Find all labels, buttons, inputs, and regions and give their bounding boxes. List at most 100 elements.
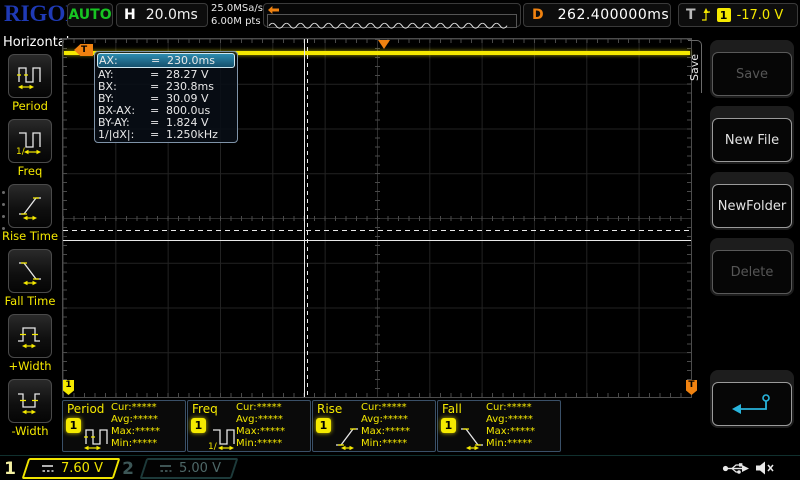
max-value: Max:***** <box>111 426 160 438</box>
trigger-source-badge: 1 <box>717 8 731 22</box>
menu-item-pwidth[interactable]: +Width <box>0 314 60 373</box>
cursor-row-byay[interactable]: BY-AY: = 1.824 V <box>98 116 234 128</box>
edge-trigger-icon <box>700 7 712 23</box>
channel-1-status[interactable]: 1 7.60 V <box>2 458 117 479</box>
dc-coupling-icon <box>40 463 55 474</box>
acquisition-info: 25.0MSa/s 6.00M pts <box>211 2 263 28</box>
trigger-level-value: -17.0 V <box>737 8 784 23</box>
period-waveform-icon <box>83 422 113 450</box>
rise-waveform-icon <box>333 422 363 450</box>
t-label: T <box>686 7 696 23</box>
trigger-position-box[interactable]: D 262.400000ms <box>523 3 671 27</box>
delete-button[interactable]: Delete <box>710 238 794 296</box>
avg-value: Avg:***** <box>361 414 410 426</box>
menu-item-freq[interactable]: 1/ Freq <box>0 119 60 178</box>
new-folder-button[interactable]: NewFolder <box>710 172 794 230</box>
oscilloscope-screen: RIGOL AUTO H 20.0ms 25.0MSa/s 6.00M pts … <box>0 0 800 480</box>
channel-badge: 1 <box>66 418 81 433</box>
fall-waveform-icon <box>458 422 488 450</box>
svg-text:1/: 1/ <box>208 442 218 450</box>
bottom-status-bar: 1 7.60 V 2 5.00 V <box>0 455 800 480</box>
sample-rate: 25.0MSa/s <box>211 2 263 15</box>
save-button[interactable]: Save <box>710 40 794 98</box>
left-measure-menu: Horizontal Period 1/ Freq <box>0 30 60 455</box>
run-state-label: AUTO <box>68 7 111 23</box>
channel-badge: 1 <box>191 418 206 433</box>
cur-value: Cur:***** <box>111 402 160 414</box>
memory-waveform-strip <box>267 14 517 28</box>
min-value: Min:***** <box>486 438 535 450</box>
trigger-position-marker[interactable] <box>378 40 390 49</box>
avg-value: Avg:***** <box>111 414 160 426</box>
return-arrow-icon <box>724 391 780 417</box>
rise-time-icon <box>15 191 45 221</box>
freq-icon: 1/ <box>15 126 45 156</box>
horizontal-scale-box[interactable]: H 20.0ms <box>116 3 208 27</box>
cursor-row-bxax[interactable]: BX-AX: = 800.0us <box>98 104 234 116</box>
ch2-scale: 5.00 V <box>179 461 221 476</box>
period-icon <box>15 61 45 91</box>
channel-badge: 1 <box>316 418 331 433</box>
avg-value: Avg:***** <box>486 414 535 426</box>
channel-2-status[interactable]: 2 5.00 V <box>120 458 235 479</box>
menu-item-period[interactable]: Period <box>0 54 60 113</box>
svg-text:1/: 1/ <box>16 147 26 156</box>
measure-panel-rise[interactable]: Rise 1 Cur:***** Avg:***** Max:***** Min… <box>312 400 436 452</box>
center-vertical-ticks <box>375 39 380 397</box>
cursor-row-bx[interactable]: BX: = 230.8ms <box>98 80 234 92</box>
plus-width-icon <box>15 321 45 351</box>
cur-value: Cur:***** <box>361 402 410 414</box>
return-button[interactable] <box>710 370 794 428</box>
cursor-b-vertical[interactable] <box>307 39 308 397</box>
cur-value: Cur:***** <box>236 402 285 414</box>
freq-waveform-icon: 1/ <box>208 422 238 450</box>
cur-value: Cur:***** <box>486 402 535 414</box>
cursor-row-ay[interactable]: AY: = 28.27 V <box>98 68 234 80</box>
waveform-preview[interactable] <box>263 3 521 27</box>
cursor-row-by[interactable]: BY: = 30.09 V <box>98 92 234 104</box>
trigger-position-value: 262.400000ms <box>558 7 670 23</box>
preview-wave-icon <box>268 20 514 30</box>
menu-page-dots <box>2 182 5 239</box>
min-value: Min:***** <box>111 438 160 450</box>
fall-time-icon <box>15 256 45 286</box>
dc-coupling-icon <box>158 463 173 474</box>
right-soft-menu: Save Save New File NewFolder Delete <box>700 30 800 455</box>
run-state-badge[interactable]: AUTO <box>67 3 113 27</box>
d-label: D <box>532 7 544 23</box>
max-value: Max:***** <box>486 426 535 438</box>
usb-icon <box>722 461 750 476</box>
cursor-row-ax[interactable]: AX: = 230.0ms <box>97 53 235 68</box>
minus-width-icon <box>15 386 45 416</box>
cursor-a-horizontal[interactable] <box>63 240 691 241</box>
h-scale-value: 20.0ms <box>146 7 198 23</box>
measurement-bar: Period 1 Cur:***** Avg:***** Max:***** M… <box>62 400 572 452</box>
measure-panel-fall[interactable]: Fall 1 Cur:***** Avg:***** Max:***** Min… <box>437 400 561 452</box>
max-value: Max:***** <box>361 426 410 438</box>
min-value: Min:***** <box>361 438 410 450</box>
cursor-measurement-overlay: AX: = 230.0ms AY: = 28.27 V BX: = 230.8m… <box>94 51 238 143</box>
trigger-status-box[interactable]: T 1 -17.0 V <box>678 3 798 27</box>
cursor-a-vertical[interactable] <box>304 39 305 397</box>
menu-item-nwidth[interactable]: -Width <box>0 379 60 438</box>
h-label: H <box>124 7 136 23</box>
trigger-offscreen-left-icon <box>268 6 279 14</box>
measure-panel-freq[interactable]: Freq 1 1/ Cur:***** Avg:***** Max:***** … <box>187 400 311 452</box>
channel-badge: 1 <box>441 418 456 433</box>
ch1-scale: 7.60 V <box>61 461 103 476</box>
speaker-muted-icon <box>754 460 776 476</box>
memory-depth: 6.00M pts <box>211 15 263 28</box>
cursor-b-horizontal[interactable] <box>63 230 691 231</box>
measure-panel-period[interactable]: Period 1 Cur:***** Avg:***** Max:***** M… <box>62 400 186 452</box>
top-status-bar: RIGOL AUTO H 20.0ms 25.0MSa/s 6.00M pts … <box>0 0 800 30</box>
menu-item-rise-time[interactable]: Rise Time <box>0 184 60 243</box>
graticule: T T 1 AX: = 230.0ms AY: = 28.27 V BX: = … <box>62 38 692 398</box>
menu-item-fall-time[interactable]: Fall Time <box>0 249 60 308</box>
menu-title: Horizontal <box>3 35 69 50</box>
new-file-button[interactable]: New File <box>710 106 794 164</box>
avg-value: Avg:***** <box>236 414 285 426</box>
min-value: Min:***** <box>236 438 285 450</box>
cursor-row-invdx[interactable]: 1/|dX|: = 1.250kHz <box>98 128 234 140</box>
menu-tab-save: Save <box>688 40 702 93</box>
max-value: Max:***** <box>236 426 285 438</box>
